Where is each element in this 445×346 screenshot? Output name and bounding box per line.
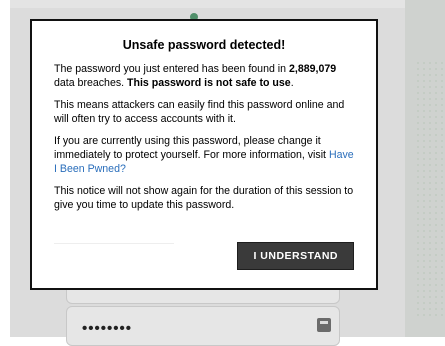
change-password-paragraph: If you are currently using this password…: [54, 134, 354, 176]
divider: [54, 243, 174, 244]
password-manager-icon[interactable]: [317, 318, 331, 332]
password-mask: ••••••••: [82, 320, 133, 337]
breach-text-end: .: [290, 77, 294, 89]
attackers-paragraph: This means attackers can easily find thi…: [54, 99, 345, 125]
breach-text-pre: The password you just entered has been f…: [54, 63, 289, 75]
sidebar-pattern: [415, 60, 445, 320]
unsafe-warning: This password is not safe to use: [127, 77, 291, 89]
session-notice-paragraph: This notice will not show again for the …: [54, 185, 354, 211]
breach-text-mid: data breaches.: [54, 77, 128, 89]
dialog-title: Unsafe password detected!: [122, 38, 286, 52]
change-password-text: If you are currently using this password…: [54, 135, 329, 161]
unsafe-password-dialog: Unsafe password detected! The password y…: [30, 19, 378, 290]
breach-count-paragraph: The password you just entered has been f…: [54, 62, 354, 90]
left-strip: [0, 0, 10, 337]
understand-button[interactable]: I UNDERSTAND: [237, 242, 354, 270]
button-row: I UNDERSTAND: [237, 242, 354, 270]
breach-count: 2,889,079: [288, 63, 337, 75]
